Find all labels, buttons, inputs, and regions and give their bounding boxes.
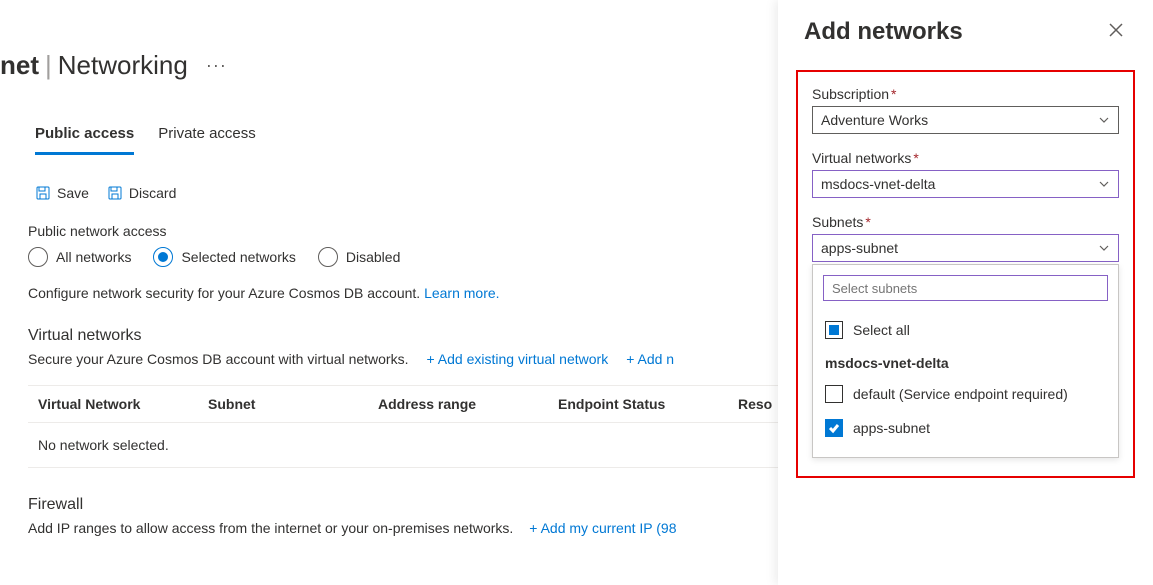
col-subnet: Subnet [208, 396, 378, 412]
subnets-field-label: Subnets [812, 214, 863, 230]
radio-all-label: All networks [56, 249, 131, 265]
subnets-value: apps-subnet [821, 240, 898, 256]
radio-selected-networks[interactable]: Selected networks [153, 247, 295, 267]
subscription-value: Adventure Works [821, 112, 928, 128]
chevron-down-icon [1098, 114, 1110, 126]
radio-disabled-label: Disabled [346, 249, 400, 265]
title-separator: | [45, 50, 52, 81]
chevron-down-icon [1098, 242, 1110, 254]
add-existing-vnet-link[interactable]: + Add existing virtual network [427, 351, 609, 367]
select-all-checkbox[interactable] [825, 321, 843, 339]
page-title: Networking [58, 50, 188, 81]
subnet-default-label: default (Service endpoint required) [853, 386, 1068, 402]
panel-title: Add networks [804, 18, 963, 46]
subnet-search-input[interactable] [823, 275, 1108, 301]
network-help-text: Configure network security for your Azur… [28, 285, 420, 301]
save-icon [35, 185, 51, 201]
more-icon[interactable]: ··· [206, 55, 227, 76]
vnet-value: msdocs-vnet-delta [821, 176, 935, 192]
discard-icon [107, 185, 123, 201]
radio-disabled[interactable]: Disabled [318, 247, 400, 267]
subscription-dropdown[interactable]: Adventure Works [812, 106, 1119, 134]
highlight-region: Subscription* Adventure Works Virtual ne… [796, 70, 1135, 478]
vnet-desc: Secure your Azure Cosmos DB account with… [28, 351, 409, 367]
subnet-group-heading: msdocs-vnet-delta [823, 347, 1108, 377]
checkbox-checked[interactable] [825, 419, 843, 437]
close-icon[interactable] [1105, 19, 1127, 46]
col-endpoint-status: Endpoint Status [558, 396, 738, 412]
subnet-option-default[interactable]: default (Service endpoint required) [823, 377, 1108, 411]
save-button[interactable]: Save [35, 185, 89, 201]
col-address-range: Address range [378, 396, 558, 412]
add-new-vnet-link[interactable]: + Add n [626, 351, 674, 367]
firewall-desc: Add IP ranges to allow access from the i… [28, 520, 513, 536]
add-networks-panel: Add networks Subscription* Adventure Wor… [778, 0, 1153, 585]
add-current-ip-link[interactable]: + Add my current IP (98 [529, 520, 676, 536]
checkbox-unchecked[interactable] [825, 385, 843, 403]
required-indicator: * [865, 214, 870, 230]
radio-selected-label: Selected networks [181, 249, 295, 265]
subscription-label: Subscription [812, 86, 889, 102]
chevron-down-icon [1098, 178, 1110, 190]
learn-more-link[interactable]: Learn more. [424, 285, 499, 301]
tab-public-access[interactable]: Public access [35, 117, 134, 155]
required-indicator: * [913, 150, 918, 166]
subnet-option-apps[interactable]: apps-subnet [823, 411, 1108, 445]
required-indicator: * [891, 86, 896, 102]
resource-name: net [0, 50, 39, 81]
vnet-field-label: Virtual networks [812, 150, 911, 166]
radio-all-networks[interactable]: All networks [28, 247, 131, 267]
subnet-apps-label: apps-subnet [853, 420, 930, 436]
col-virtual-network: Virtual Network [28, 396, 208, 412]
select-all-row[interactable]: Select all [823, 313, 1108, 347]
discard-button[interactable]: Discard [107, 185, 176, 201]
vnet-dropdown[interactable]: msdocs-vnet-delta [812, 170, 1119, 198]
subnet-dropdown-popup: Select all msdocs-vnet-delta default (Se… [812, 264, 1119, 458]
select-all-label: Select all [853, 322, 910, 338]
discard-label: Discard [129, 185, 176, 201]
subnets-dropdown[interactable]: apps-subnet [812, 234, 1119, 262]
tab-private-access[interactable]: Private access [158, 117, 256, 155]
save-label: Save [57, 185, 89, 201]
